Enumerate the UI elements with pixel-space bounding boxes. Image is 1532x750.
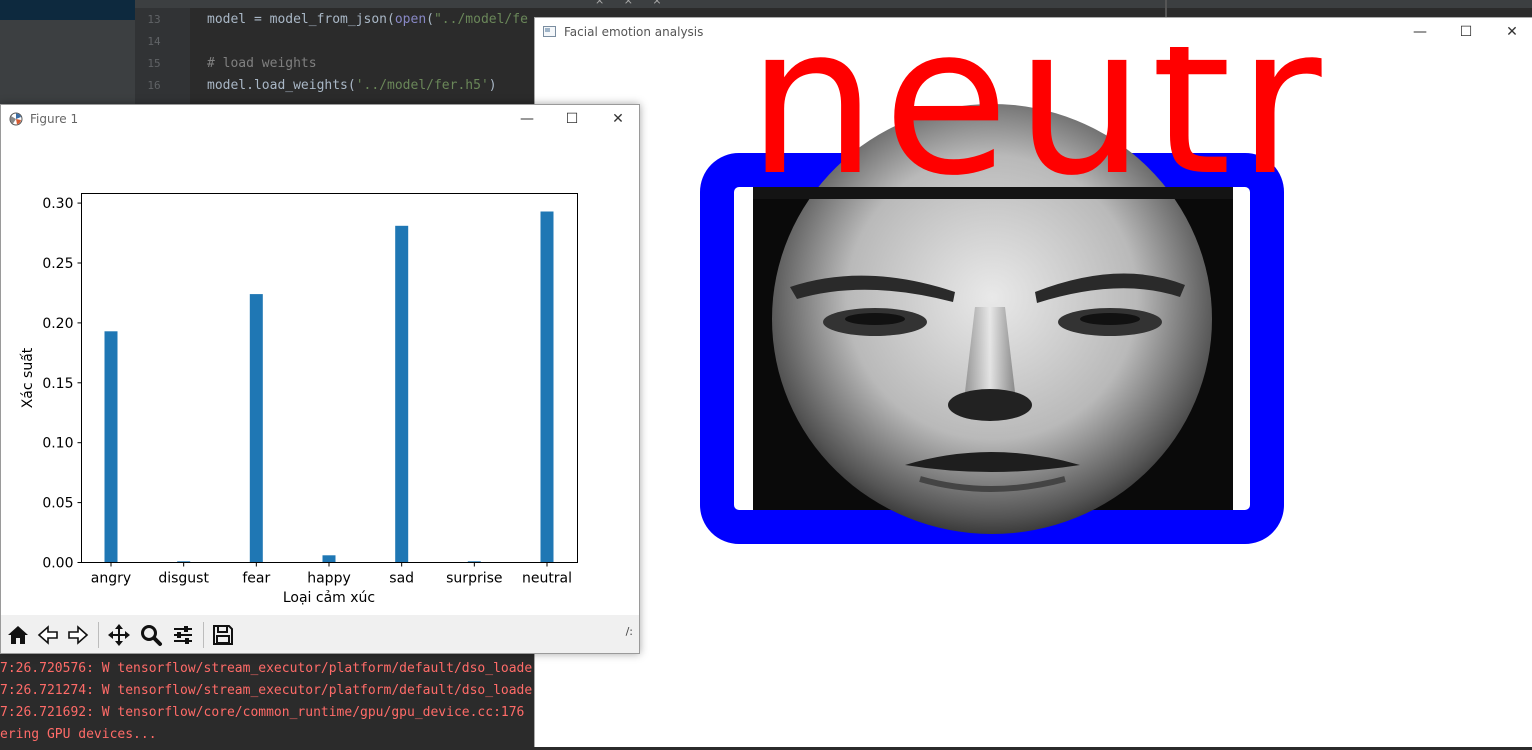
configure-subplots-button[interactable] — [169, 620, 197, 650]
line-number: 13 — [147, 13, 161, 26]
window-titlebar[interactable]: Facial emotion analysis — ☐ ✕ — [535, 18, 1532, 47]
figure-close-button[interactable]: ✕ — [595, 105, 639, 133]
arrow-right-icon — [68, 625, 89, 645]
bar-neutral — [540, 211, 554, 563]
line-number: 16 — [147, 79, 161, 92]
bar-sad — [395, 225, 409, 563]
home-button[interactable] — [4, 620, 32, 650]
arrow-left-icon — [37, 625, 58, 645]
y-tick-label: 0.15 — [42, 376, 73, 392]
magnifier-icon — [141, 625, 162, 646]
close-button[interactable]: ✕ — [1489, 18, 1532, 47]
x-tick-label: fear — [242, 571, 270, 587]
bar-chart[interactable]: 0.00 0.05 0.10 0.15 0.20 0.25 0.30 angry disgus… — [1, 133, 640, 615]
window-app-icon — [543, 26, 556, 37]
navigation-toolbar: /: — [1, 615, 639, 653]
figure-titlebar[interactable]: Figure 1 — ☐ ✕ — [1, 105, 639, 133]
y-tick-label: 0.00 — [42, 556, 73, 572]
forward-button[interactable] — [64, 620, 92, 650]
y-tick-label: 0.05 — [42, 496, 73, 512]
line-number: 15 — [147, 57, 161, 70]
console-line: 7:26.721274: W tensorflow/stream_executo… — [0, 683, 533, 698]
figure-window[interactable]: Figure 1 — ☐ ✕ 0.00 0.05 0.10 0.15 0.20 0.25 0… — [0, 104, 640, 654]
code-line[interactable]: 15 # load weights — [135, 53, 316, 75]
sliders-icon — [174, 626, 192, 644]
console-line: 7:26.720576: W tensorflow/stream_executo… — [0, 661, 533, 676]
move-icon — [108, 624, 130, 646]
code-line[interactable]: 13 model = model_from_json(open("../model… — [135, 9, 528, 31]
back-button[interactable] — [34, 620, 62, 650]
plot-frame — [81, 193, 578, 563]
cursor-coordinate-readout: /: — [625, 625, 633, 638]
window-title: Facial emotion analysis — [564, 25, 704, 39]
project-panel — [0, 0, 135, 105]
save-figure-button[interactable] — [209, 620, 237, 650]
toolbar-separator — [98, 622, 99, 648]
code-text: # load weights — [207, 56, 317, 71]
y-tick-label: 0.25 — [42, 256, 73, 272]
floppy-disk-icon — [213, 625, 233, 645]
console-line: ering GPU devices... — [0, 727, 157, 742]
figure-title: Figure 1 — [30, 112, 79, 126]
x-tick-label: surprise — [446, 571, 502, 587]
y-axis-label: Xác suất — [20, 347, 36, 408]
matplotlib-logo-icon — [9, 112, 23, 126]
video-frame: neutr — [700, 47, 1328, 544]
x-tick-label: angry — [91, 571, 131, 587]
figure-maximize-button[interactable]: ☐ — [549, 105, 595, 133]
emotion-label: neutr — [747, 47, 1328, 221]
code-line[interactable]: 16 model.load_weights('../model/fer.h5') — [135, 75, 496, 97]
zoom-button[interactable] — [137, 620, 165, 650]
x-axis-label: Loại cảm xúc — [283, 590, 375, 606]
line-number: 14 — [147, 35, 161, 48]
pan-button[interactable] — [105, 620, 133, 650]
code-line[interactable]: 14 — [135, 31, 173, 53]
y-tick-label: 0.20 — [42, 316, 73, 332]
facial-emotion-window[interactable]: Facial emotion analysis — ☐ ✕ neutr — [534, 17, 1532, 747]
code-text: model = model_from_json(open("../model/f… — [207, 12, 528, 27]
editor-tabbar: × × × — [135, 0, 1532, 8]
bar-happy — [322, 555, 336, 563]
console-line: 7:26.721692: W tensorflow/core/common_ru… — [0, 705, 525, 720]
bar-fear — [249, 294, 263, 563]
x-tick-label: disgust — [158, 571, 209, 587]
x-tick-label: sad — [389, 571, 414, 587]
minimize-button[interactable]: — — [1397, 18, 1443, 47]
bar-angry — [104, 331, 118, 563]
toolbar-separator — [203, 622, 204, 648]
y-tick-label: 0.30 — [42, 196, 73, 212]
home-icon — [8, 626, 28, 644]
x-tick-label: happy — [307, 571, 351, 587]
y-tick-label: 0.10 — [42, 436, 73, 452]
code-text: model.load_weights('../model/fer.h5') — [207, 78, 497, 93]
x-tick-label: neutral — [522, 571, 572, 587]
figure-minimize-button[interactable]: — — [504, 105, 550, 133]
maximize-button[interactable]: ☐ — [1443, 18, 1489, 47]
run-console[interactable]: 7:26.720576: W tensorflow/stream_executo… — [0, 654, 534, 750]
